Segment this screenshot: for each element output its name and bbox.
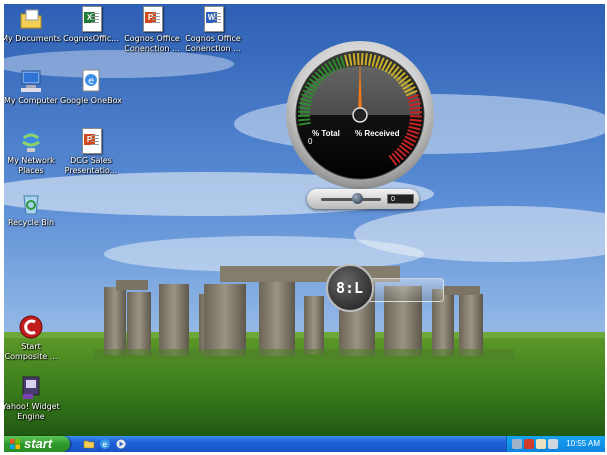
- desktop-icon-yahoo-widget-engine[interactable]: Yahoo! Widget Engine: [4, 374, 62, 422]
- desktop-icon-cognos-office[interactable]: X CognosOffic...: [60, 6, 122, 44]
- printer-icon[interactable]: [548, 439, 558, 449]
- powerpoint-document-icon: P: [139, 6, 165, 32]
- powerpoint-document-icon: P: [78, 128, 104, 154]
- slider-knob[interactable]: [352, 193, 363, 204]
- gauge-tick: [409, 106, 422, 111]
- desktop-icon-dcg-sales[interactable]: P DCG Sales Presentatio...: [60, 128, 122, 176]
- security-icon[interactable]: [524, 439, 534, 449]
- gauge-label-total: % Total: [312, 129, 340, 138]
- ie-icon[interactable]: e: [99, 438, 111, 450]
- desktop-icon-cognos-office-connection-1[interactable]: P Cognos Office Conenction ...: [121, 6, 183, 54]
- internet-shortcut-icon: e: [78, 68, 104, 94]
- windows-flag-icon: [10, 439, 20, 449]
- folder-icon: [18, 6, 44, 32]
- desktop: My Documents X CognosOffic... P Cognos O…: [4, 4, 605, 452]
- gauge-tick: [409, 111, 422, 114]
- clock-widget-display: 8:L: [336, 279, 364, 297]
- gauge-tick: [364, 53, 368, 66]
- recycle-bin-icon: [18, 190, 44, 216]
- system-tray: 10:55 AM: [506, 436, 605, 452]
- widget-engine-icon: [18, 374, 44, 400]
- desktop-icon-my-network-places[interactable]: My Network Places: [4, 128, 62, 176]
- slider-value: 0: [387, 194, 414, 204]
- desktop-icon-recycle-bin[interactable]: Recycle Bin: [4, 190, 62, 228]
- gauge-label-received: % Received: [355, 129, 400, 138]
- excel-document-icon: X: [78, 6, 104, 32]
- svg-text:e: e: [102, 440, 107, 449]
- gauge-tick: [298, 118, 311, 122]
- gauge-tick: [352, 53, 356, 66]
- word-document-icon: W: [200, 6, 226, 32]
- computer-icon: [18, 68, 44, 94]
- desktop-icon-start-composite[interactable]: Start Composite ...: [4, 314, 62, 362]
- svg-text:e: e: [88, 76, 94, 87]
- folder-icon[interactable]: [83, 438, 95, 450]
- composite-app-icon: [18, 314, 44, 340]
- slider-track: [321, 198, 381, 201]
- clock-widget[interactable]: 8:L: [322, 262, 446, 314]
- desktop-icon-my-documents[interactable]: My Documents: [4, 6, 62, 44]
- gauge-value-total: 0: [308, 137, 313, 146]
- taskbar-clock[interactable]: 10:55 AM: [566, 436, 600, 452]
- network-icon[interactable]: [512, 439, 522, 449]
- gauge-tick: [409, 118, 422, 122]
- start-label: start: [24, 436, 53, 451]
- start-button[interactable]: start: [4, 436, 70, 452]
- desktop-icon-google-onebox[interactable]: e Google OneBox: [60, 68, 122, 106]
- gauge-slider-control[interactable]: 0: [307, 189, 419, 209]
- desktop-icon-my-computer[interactable]: My Computer: [4, 68, 62, 106]
- network-places-icon: [18, 128, 44, 154]
- gauge-tick: [298, 110, 311, 114]
- volume-icon[interactable]: [536, 439, 546, 449]
- taskbar: start e 10:55 AM: [4, 436, 605, 452]
- media-icon[interactable]: [115, 438, 127, 450]
- bandwidth-gauge-widget[interactable]: % Total % Received 0: [285, 40, 435, 190]
- desktop-icon-cognos-office-connection-2[interactable]: W Cognos Office Conenction ...: [182, 6, 244, 54]
